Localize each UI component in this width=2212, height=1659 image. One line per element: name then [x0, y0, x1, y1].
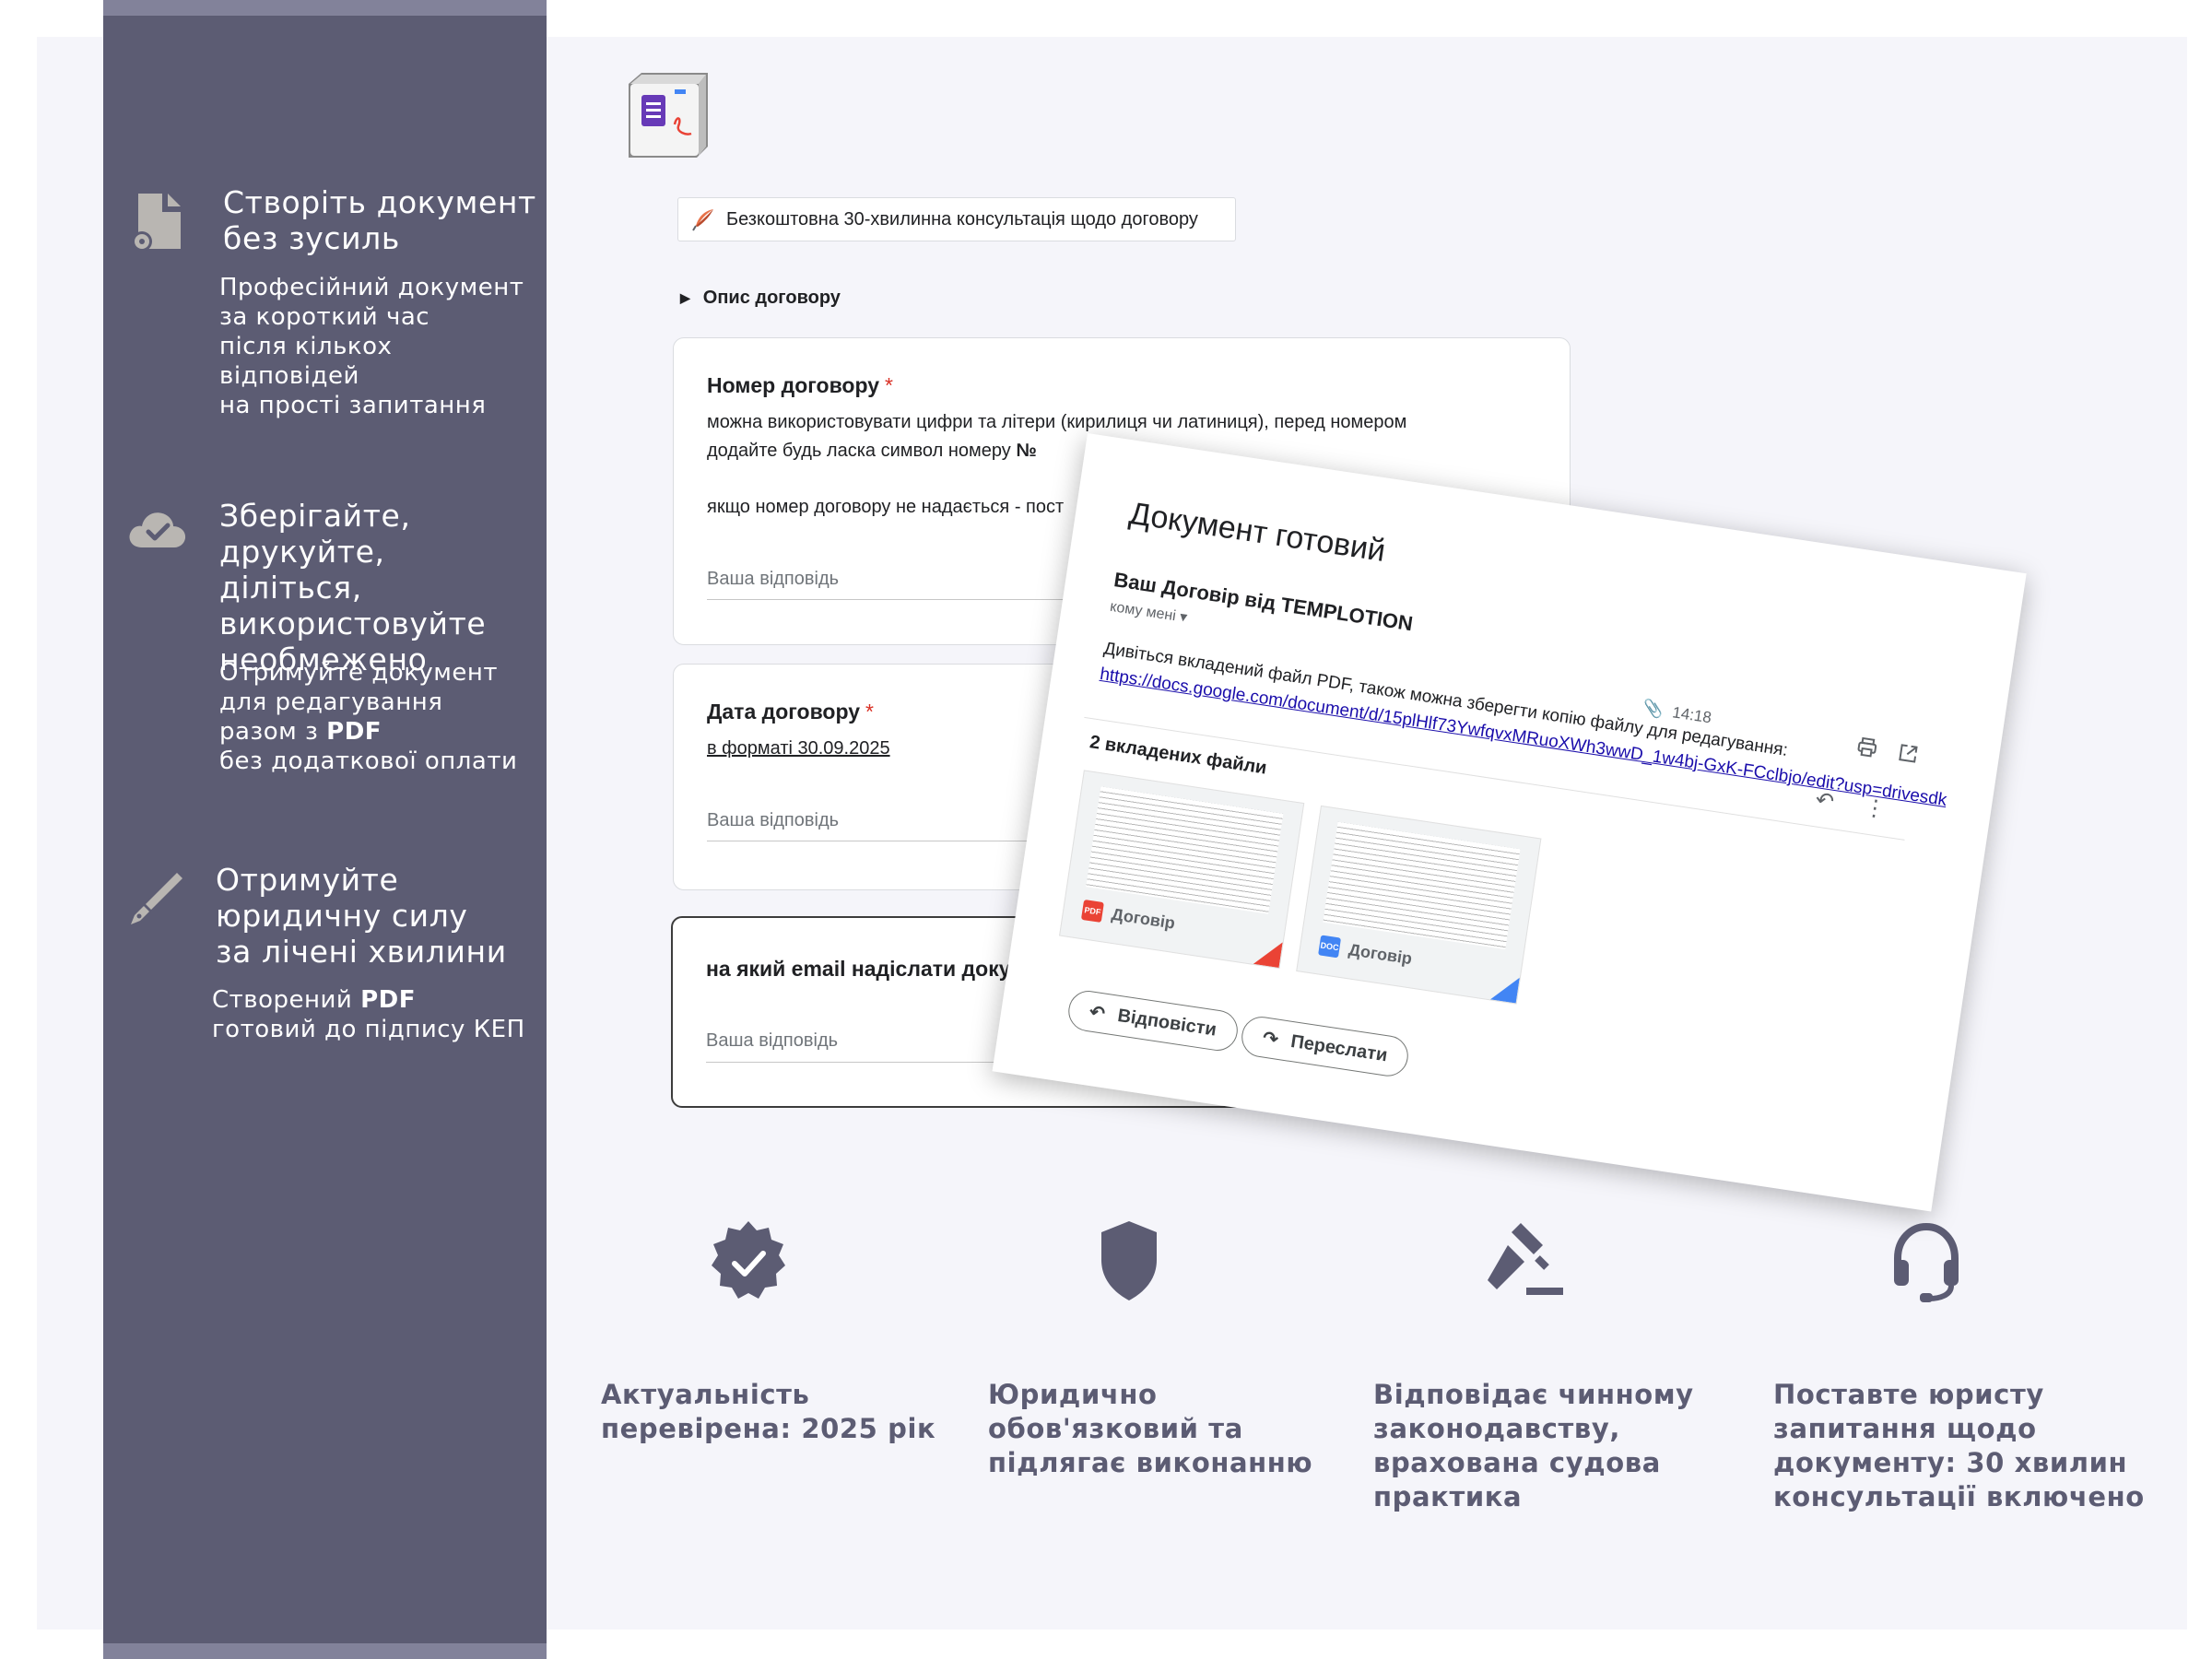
- attachment-corner: [1253, 938, 1283, 969]
- question-help-note: якщо номер договору не надається - пост: [707, 497, 1065, 517]
- description-toggle-label: Опис договору: [702, 288, 841, 308]
- required-mark: *: [885, 373, 893, 397]
- attachment-label: DOC Договір: [1318, 935, 1413, 969]
- google-docs-icon: DOC: [1318, 935, 1342, 959]
- paperclip-icon: 📎: [1641, 698, 1665, 720]
- answer-placeholder[interactable]: Ваша відповідь: [707, 569, 839, 590]
- feature-description: Професійний документ за короткий час піс…: [219, 274, 524, 419]
- feature-title: Створіть документ без зусиль: [223, 184, 536, 256]
- email-heading: Документ готовий: [1126, 495, 1388, 569]
- pen-nib-icon: [131, 873, 182, 924]
- forms-pdf-logo-icon: [629, 73, 708, 158]
- document-thumbnail: [1323, 821, 1521, 950]
- document-gear-icon: [132, 194, 181, 252]
- reply-arrow-icon: ↶: [1088, 1001, 1107, 1025]
- answer-placeholder[interactable]: Ваша відповідь: [707, 810, 839, 831]
- advantage-relevance: Актуальність перевірена: 2025 рік: [601, 1379, 936, 1444]
- question-title: Дата договору *: [707, 700, 874, 724]
- consultation-button-label: Безкоштовна 30-хвилинна консультація щод…: [726, 208, 1198, 229]
- email-subject: Ваш Договір від TEMPLOTION: [1112, 568, 1415, 636]
- advantage-legislation: Відповідає чинному законодавству, врахов…: [1373, 1379, 1694, 1512]
- required-mark: *: [865, 700, 874, 724]
- forward-arrow-icon: ↷: [1261, 1027, 1280, 1051]
- answer-placeholder[interactable]: Ваша відповідь: [706, 1030, 838, 1052]
- reply-button[interactable]: ↶ Відповісти: [1065, 988, 1241, 1053]
- headset-icon: [1894, 1222, 1959, 1302]
- triangle-right-icon: ▶: [680, 290, 690, 305]
- consultation-button[interactable]: Безкоштовна 30-хвилинна консультація щод…: [677, 197, 1236, 241]
- pdf-icon: PDF: [1080, 899, 1104, 924]
- question-title: на який email надіслати доку: [706, 957, 1011, 981]
- cloud-check-icon: [129, 512, 186, 547]
- answer-underline: [707, 599, 1122, 600]
- feature-description: Створений PDF готовий до підпису КЕП: [212, 986, 525, 1043]
- sidebar: Створіть документ без зусиль Професійний…: [103, 0, 547, 1659]
- forward-button[interactable]: ↷ Переслати: [1239, 1014, 1412, 1079]
- advantage-legally-binding: Юридично обов'язковий та підлягає викона…: [988, 1379, 1313, 1478]
- document-thumbnail: [1086, 786, 1284, 914]
- verified-badge-icon: [712, 1221, 785, 1299]
- feature-title: Зберігайте, друкуйте, діліться, використ…: [219, 498, 487, 677]
- feature-title: Отримуйте юридичну силу за лічені хвилин…: [216, 862, 507, 970]
- question-help: в форматі 30.09.2025: [707, 738, 890, 759]
- print-icon[interactable]: [1854, 735, 1879, 759]
- gavel-icon: [1488, 1223, 1563, 1295]
- question-title: Номер договору *: [707, 373, 893, 397]
- sidebar-bottom-bar: [103, 1643, 547, 1659]
- open-in-new-icon[interactable]: [1896, 741, 1921, 766]
- sidebar-top-bar: [103, 0, 547, 16]
- advantage-consultation: Поставте юристу запитання щодо документу…: [1773, 1379, 2145, 1512]
- quill-icon: [692, 209, 713, 231]
- description-toggle[interactable]: ▶ Опис договору: [680, 288, 841, 309]
- attachment-label: PDF Договір: [1080, 899, 1176, 934]
- attachment-pdf[interactable]: PDF Договір: [1059, 770, 1305, 970]
- email-recipient[interactable]: кому мені ▾: [1109, 597, 1188, 627]
- attachments-count: 2 вкладених файли: [1088, 732, 1268, 779]
- feature-description: Отримуйте документ для редагування разом…: [219, 659, 518, 775]
- shield-icon: [1101, 1221, 1157, 1300]
- attachment-corner: [1489, 973, 1520, 1004]
- attachment-doc[interactable]: DOC Договір: [1296, 805, 1542, 1005]
